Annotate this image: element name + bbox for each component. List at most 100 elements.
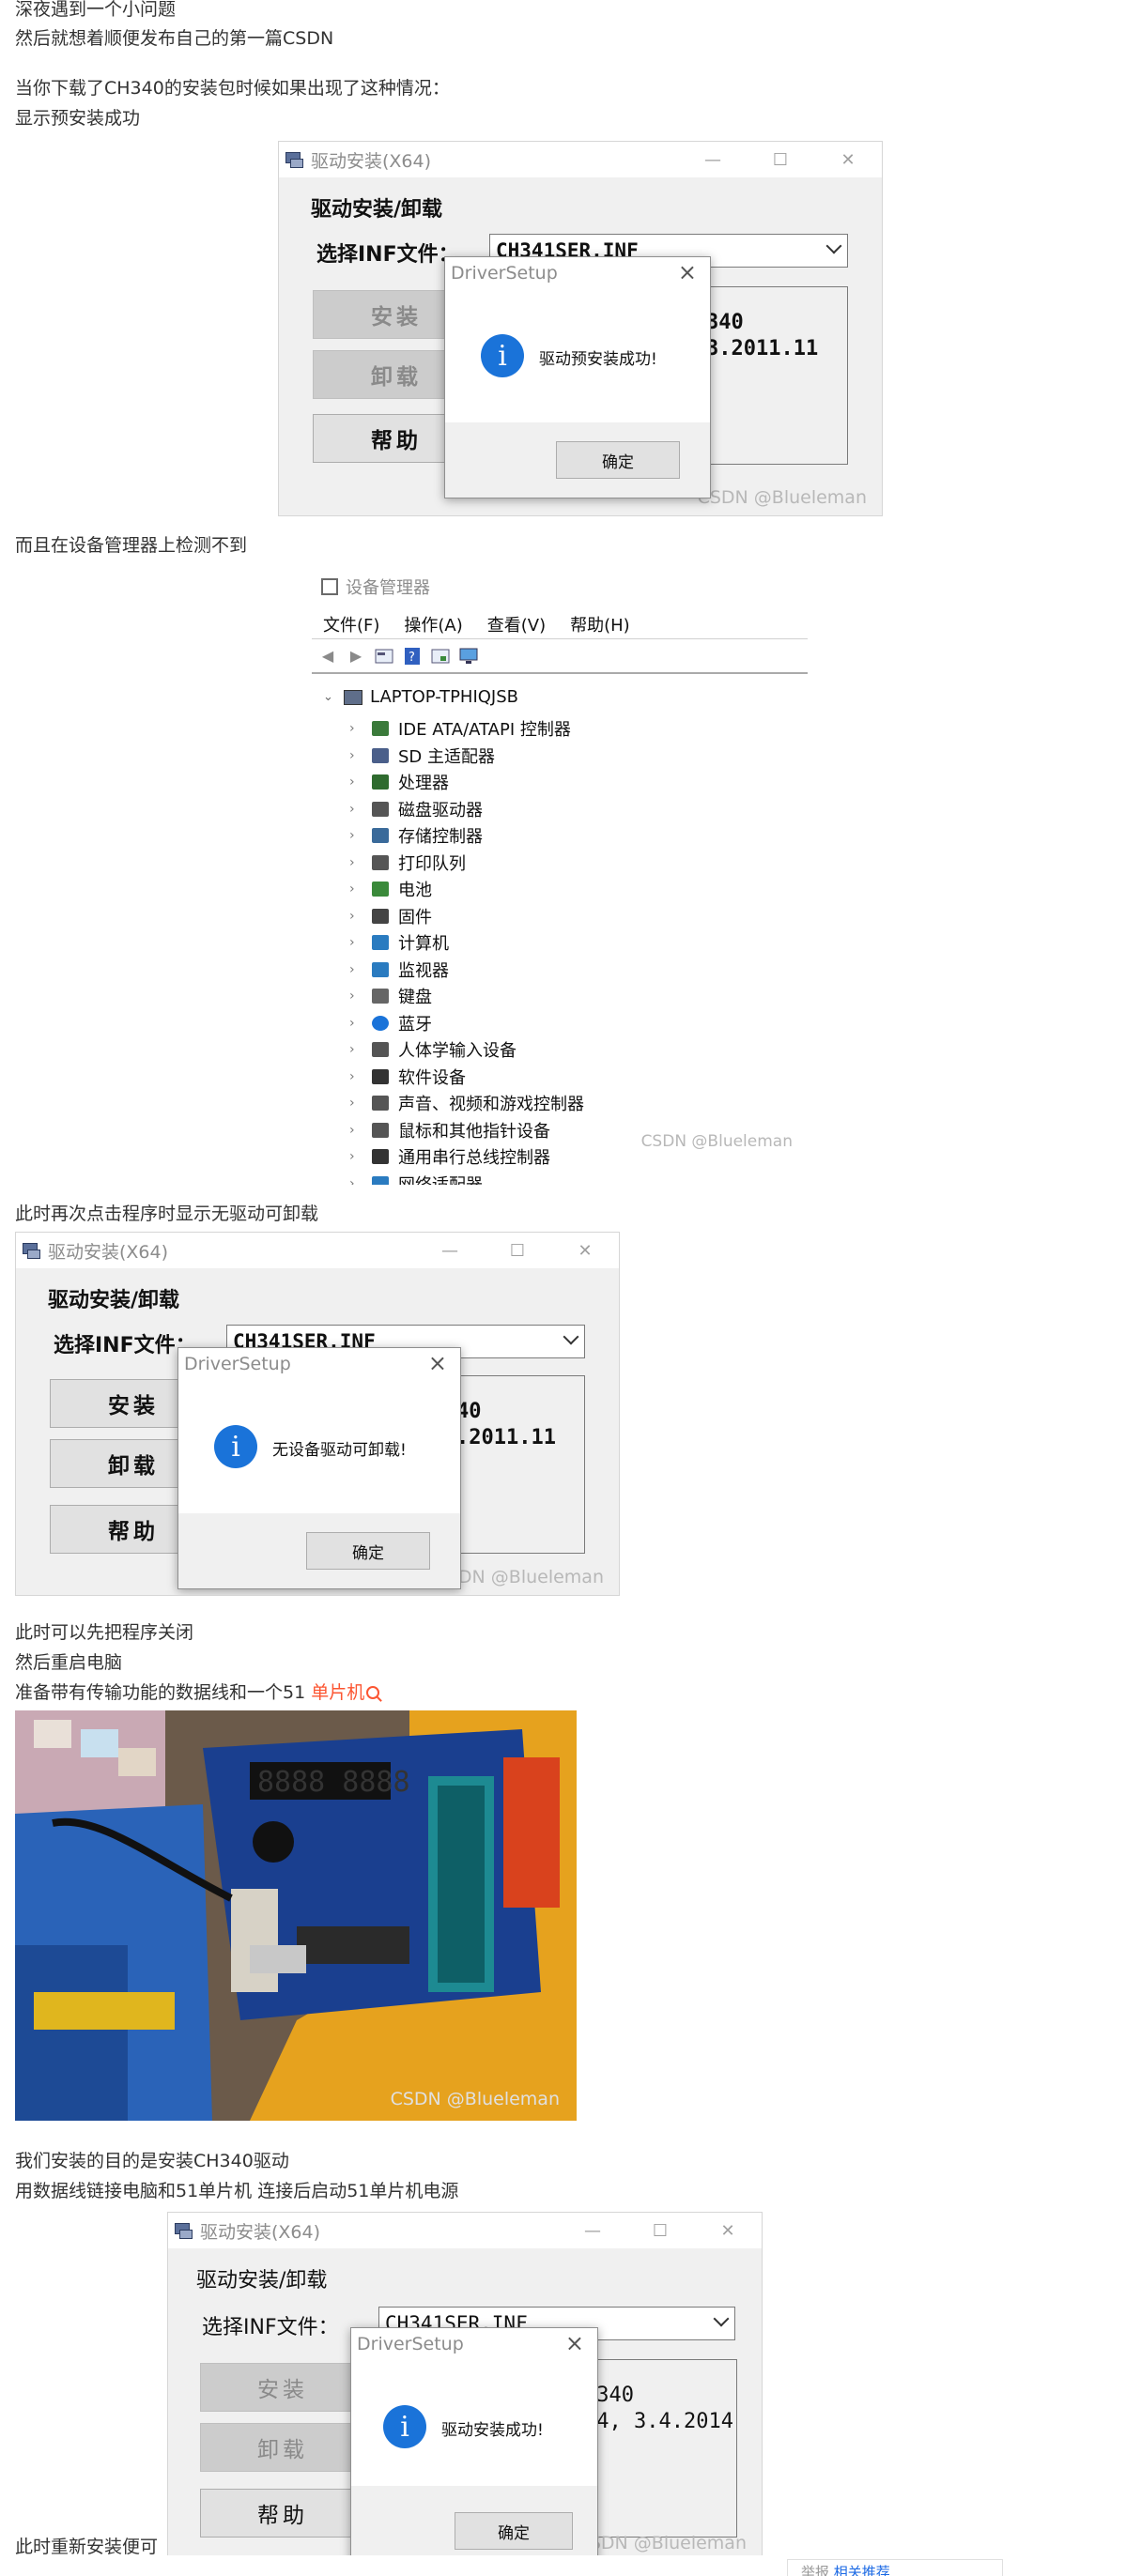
- tree-item[interactable]: › 固件: [349, 903, 432, 929]
- keyword-link[interactable]: 单片机: [311, 1682, 364, 1703]
- close-icon[interactable]: ×: [428, 1350, 447, 1376]
- chevron-right-icon[interactable]: ›: [349, 909, 362, 924]
- minimize-icon[interactable]: —: [416, 1233, 484, 1268]
- maximize-icon[interactable]: ☐: [484, 1233, 551, 1268]
- chevron-right-icon[interactable]: ›: [349, 882, 362, 897]
- tree-item[interactable]: › 处理器: [349, 769, 449, 795]
- menu-action[interactable]: 操作(A): [404, 612, 462, 636]
- close-icon[interactable]: ×: [678, 259, 697, 285]
- back-icon[interactable]: ◀: [317, 646, 338, 667]
- search-icon[interactable]: [366, 1686, 380, 1699]
- tree-item[interactable]: › 监视器: [349, 957, 449, 983]
- tree-item-label: IDE ATA/ATAPI 控制器: [398, 720, 571, 740]
- tree-item[interactable]: › 电池: [349, 876, 432, 902]
- tree-item[interactable]: › IDE ATA/ATAPI 控制器: [349, 715, 571, 742]
- scan-hardware-icon[interactable]: [458, 646, 479, 667]
- printer-icon: [370, 853, 391, 872]
- chevron-right-icon[interactable]: ›: [349, 1123, 362, 1138]
- chevron-right-icon[interactable]: ›: [349, 1042, 362, 1057]
- tree-root-computer[interactable]: ⌄ LAPTOP-TPHIQJSB: [323, 687, 518, 707]
- tree-item[interactable]: › 软件设备: [349, 1064, 466, 1090]
- tree-item[interactable]: › 打印队列: [349, 850, 466, 876]
- tree-item[interactable]: › 蓝牙: [349, 1010, 432, 1036]
- inf-label: 选择INF文件：: [316, 243, 459, 267]
- tree-item[interactable]: › 人体学输入设备: [349, 1036, 517, 1063]
- group-label: 驱动安装/卸载: [196, 2269, 328, 2292]
- tree-item-label: 键盘: [398, 988, 432, 1007]
- maximize-icon[interactable]: ☐: [626, 2213, 694, 2248]
- watermark: CSDN @Blueleman: [577, 2533, 747, 2553]
- tree-item[interactable]: › 鼠标和其他指针设备: [349, 1117, 550, 1143]
- menu-view[interactable]: 查看(V): [487, 612, 546, 636]
- forward-icon[interactable]: ▶: [346, 646, 366, 667]
- window-title: 设备管理器: [346, 578, 430, 598]
- tree-item[interactable]: › SD 主适配器: [349, 743, 495, 769]
- close-icon[interactable]: ×: [565, 2330, 584, 2356]
- uninstall-button[interactable]: 卸载: [200, 2423, 365, 2472]
- menu-file[interactable]: 文件(F): [323, 612, 379, 636]
- tree-item[interactable]: › 存储控制器: [349, 822, 483, 849]
- report-text[interactable]: 举报: [801, 2564, 834, 2576]
- chevron-right-icon[interactable]: ›: [349, 962, 362, 977]
- chevron-right-icon[interactable]: ›: [349, 989, 362, 1004]
- chevron-right-icon[interactable]: ›: [349, 802, 362, 817]
- minimize-icon[interactable]: —: [559, 2213, 626, 2248]
- paragraph: 此时再次点击程序时显示无驱动可卸载: [15, 1204, 319, 1224]
- maximize-icon[interactable]: ☐: [747, 142, 814, 177]
- chevron-down-icon: [563, 1328, 579, 1345]
- tree-item-label: 固件: [398, 907, 432, 928]
- chevron-right-icon[interactable]: ›: [349, 774, 362, 790]
- cpu-icon: [370, 773, 391, 791]
- help-icon[interactable]: ?: [402, 646, 423, 667]
- sd-icon: [370, 746, 391, 765]
- paragraph: 当你下载了CH340的安装包时候如果出现了这种情况：: [15, 78, 450, 99]
- window-title: 驱动安装(X64): [200, 2221, 321, 2243]
- tree-item[interactable]: › 网络适配器: [349, 1171, 483, 1186]
- chevron-right-icon[interactable]: ›: [349, 1149, 362, 1164]
- chevron-right-icon[interactable]: ›: [349, 721, 362, 736]
- tree-item-label: SD 主适配器: [398, 746, 496, 767]
- device-manager-titlebar: 设备管理器: [321, 575, 430, 599]
- properties-icon[interactable]: [374, 646, 394, 667]
- app-icon: [285, 149, 305, 170]
- close-icon[interactable]: ✕: [551, 1233, 619, 1268]
- ok-button[interactable]: 确定: [306, 1532, 430, 1570]
- tree-item[interactable]: › 键盘: [349, 983, 432, 1009]
- close-icon[interactable]: ✕: [694, 2213, 762, 2248]
- bottom-popup[interactable]: 举报 相关推荐: [787, 2559, 1003, 2576]
- tree-item[interactable]: › 声音、视频和游戏控制器: [349, 1090, 584, 1116]
- ok-button[interactable]: 确定: [455, 2512, 573, 2550]
- chevron-right-icon[interactable]: ›: [349, 748, 362, 763]
- app-icon: [174, 2220, 194, 2241]
- ok-button[interactable]: 确定: [556, 441, 680, 479]
- tree-item[interactable]: › 磁盘驱动器: [349, 796, 483, 822]
- inf-label: 选择INF文件：: [54, 1334, 196, 1357]
- minimize-icon[interactable]: —: [679, 142, 747, 177]
- storage-icon: [370, 826, 391, 845]
- tree-item[interactable]: › 计算机: [349, 929, 449, 956]
- chevron-right-icon[interactable]: ›: [349, 1096, 362, 1111]
- help-button[interactable]: 帮助: [200, 2489, 365, 2538]
- hid-icon: [370, 1040, 391, 1059]
- update-driver-icon[interactable]: [430, 646, 451, 667]
- mouse-icon: [370, 1121, 391, 1140]
- message-dialog: DriverSetup × i 无设备驱动可卸载! 确定: [177, 1347, 461, 1589]
- tree-item-label: 处理器: [398, 774, 449, 793]
- svg-text:?: ?: [409, 651, 415, 665]
- chevron-right-icon[interactable]: ›: [349, 855, 362, 870]
- chevron-right-icon[interactable]: ›: [349, 1016, 362, 1031]
- install-button[interactable]: 安装: [200, 2363, 365, 2412]
- tree-item[interactable]: › 通用串行总线控制器: [349, 1143, 550, 1170]
- chevron-right-icon[interactable]: ›: [349, 828, 362, 843]
- paragraph: 显示预安装成功: [15, 108, 141, 129]
- menu-help[interactable]: 帮助(H): [570, 612, 630, 636]
- close-icon[interactable]: ✕: [814, 142, 882, 177]
- chevron-right-icon[interactable]: ›: [349, 1176, 362, 1186]
- chevron-right-icon[interactable]: ›: [349, 1069, 362, 1084]
- segment-display: 8888 8888: [257, 1766, 410, 1799]
- related-link[interactable]: 相关推荐: [834, 2564, 890, 2576]
- message-dialog: DriverSetup × i 驱动安装成功! 确定: [350, 2327, 598, 2555]
- inf-label: 选择INF文件：: [202, 2316, 339, 2339]
- paragraph: 然后重启电脑: [15, 1652, 123, 1673]
- chevron-right-icon[interactable]: ›: [349, 935, 362, 950]
